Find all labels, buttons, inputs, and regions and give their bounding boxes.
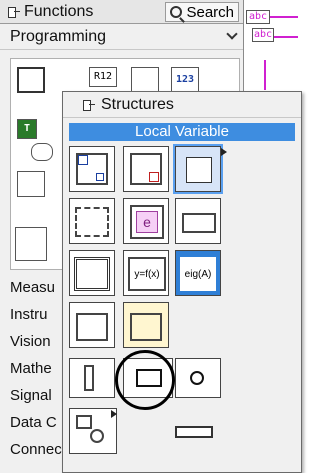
comparison-palette-icon[interactable] (31, 143, 53, 161)
search-icon (170, 6, 183, 18)
arrow-icon[interactable] (175, 426, 213, 438)
search-button-label: Search (186, 3, 234, 21)
structures-title: Structures (101, 95, 174, 113)
programming-label: Programming (10, 27, 107, 45)
submenu-arrow-icon (111, 410, 117, 418)
programming-category-header[interactable]: Programming (0, 24, 243, 50)
functions-titlebar: Functions Search (0, 0, 243, 24)
cluster-palette-icon[interactable] (131, 67, 159, 93)
pin-icon[interactable] (81, 98, 95, 112)
feedback-node-icon[interactable] (69, 408, 117, 454)
functions-title: Functions (24, 2, 94, 20)
structures-palette-icon[interactable] (17, 67, 45, 93)
formula-label: y=f(x) (128, 257, 166, 291)
search-button[interactable]: Search (165, 2, 239, 22)
mathscript-node-icon[interactable]: eig(A) (175, 250, 221, 296)
structures-palette: Structures Local Variable e y=f(x) eig(A… (62, 91, 302, 473)
pink-wire (274, 36, 298, 38)
submenu-arrow-icon (221, 148, 227, 156)
dialog-palette-icon[interactable] (17, 171, 45, 197)
item-tooltip: Local Variable (69, 123, 295, 141)
shift-register-icon[interactable] (69, 358, 115, 398)
structures-titlebar: Structures (63, 92, 301, 118)
mathscript-label: eig(A) (180, 257, 216, 291)
pink-wire (270, 16, 298, 18)
for-loop-icon[interactable] (69, 146, 115, 192)
numeric-palette-icon[interactable]: 123 (171, 67, 199, 93)
boolean-palette-icon[interactable]: T (17, 119, 37, 139)
flat-sequence-icon[interactable] (69, 198, 115, 244)
conditional-disable-icon[interactable] (123, 302, 169, 348)
formula-node-icon[interactable]: y=f(x) (123, 250, 169, 296)
case-structure-icon[interactable]: e (123, 198, 169, 244)
string-constant[interactable]: abc (246, 10, 270, 24)
string-indicator[interactable]: abc (252, 28, 274, 42)
pink-wire (264, 60, 266, 90)
pin-icon[interactable] (6, 5, 20, 19)
sync-palette-icon[interactable] (15, 227, 47, 261)
diagram-disable-icon[interactable] (69, 302, 115, 348)
global-variable-icon[interactable] (175, 358, 221, 398)
event-structure-icon[interactable] (175, 198, 221, 244)
array-palette-icon[interactable]: R12 (89, 67, 117, 87)
local-variable-icon[interactable] (123, 358, 173, 398)
while-loop-icon[interactable] (123, 146, 169, 192)
case-label: e (136, 211, 158, 233)
timed-structure-icon[interactable] (173, 144, 223, 194)
in-place-element-icon[interactable] (69, 250, 115, 296)
